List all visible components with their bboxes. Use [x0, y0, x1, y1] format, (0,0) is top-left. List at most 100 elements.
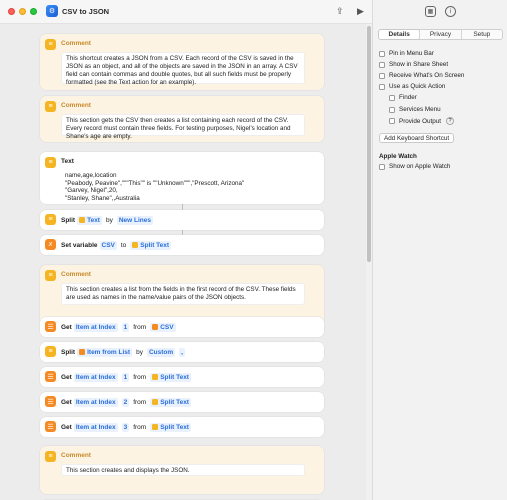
index-token[interactable]: 1 [121, 372, 130, 382]
comment-action[interactable]: ≡ Comment This section creates and displ… [40, 446, 324, 494]
show-in-share-sheet-option[interactable]: Show in Share Sheet [379, 61, 448, 68]
text-line: name,age,location [65, 172, 117, 179]
get-row: Get Item at Index 2 from Split Text [61, 392, 193, 412]
scrollbar-thumb[interactable] [367, 26, 371, 262]
split-text-action[interactable]: ≡ Split Item from List by Custom , [40, 342, 324, 362]
show-on-apple-watch-option[interactable]: Show on Apple Watch [379, 163, 450, 170]
separator-token[interactable]: New Lines [116, 215, 154, 225]
comment-text[interactable]: This section creates a list from the fie… [61, 283, 305, 305]
minimize-button[interactable] [19, 8, 26, 15]
pin-in-menu-bar-option[interactable]: Pin in Menu Bar [379, 50, 434, 57]
comment-label: Comment [61, 102, 91, 109]
source-token[interactable]: Split Text [150, 372, 191, 382]
list-mini-icon [79, 349, 86, 355]
receive-on-screen-option[interactable]: Receive What's On Screen [379, 72, 464, 79]
text-action[interactable]: ≡ Text name,age,location "Peabody, Peavi… [40, 152, 324, 204]
checkbox[interactable] [379, 50, 385, 57]
source-token[interactable]: Split Text [150, 422, 191, 432]
split-row: Split Item from List by Custom , [61, 342, 187, 362]
variable-mini-icon [152, 324, 159, 330]
item-token[interactable]: Item at Index [73, 372, 118, 382]
list-icon: ☰ [45, 371, 56, 382]
checkbox[interactable] [379, 163, 385, 170]
tab-details[interactable]: Details [379, 30, 420, 39]
text-line: "Peabody, Peavine","""This"" is ""Unknow… [65, 179, 245, 187]
sidebar-toolbar: ▦ i [373, 0, 507, 24]
library-icon[interactable]: ▦ [425, 6, 436, 17]
add-keyboard-shortcut-button[interactable]: Add Keyboard Shortcut [379, 133, 455, 143]
split-text-action[interactable]: ≡ Split Text by New Lines [40, 210, 324, 230]
separator-token[interactable]: Custom [146, 347, 176, 357]
source-token[interactable]: Split Text [150, 397, 191, 407]
comment-action[interactable]: ≡ Comment This section gets the CSV then… [40, 96, 324, 142]
share-icon[interactable]: ⇪ [336, 6, 344, 17]
title-bar: ⚙ CSV to JSON ⇪ ▶ [0, 0, 372, 24]
get-item-action[interactable]: ☰ Get Item at Index 1 from Split Text [40, 367, 324, 387]
split-row: Split Text by New Lines [61, 210, 155, 230]
provide-output-option[interactable]: Provide Output? [389, 117, 455, 125]
index-token[interactable]: 1 [121, 322, 130, 332]
zoom-button[interactable] [30, 8, 37, 15]
from-label: from [133, 423, 147, 431]
get-item-action[interactable]: ☰ Get Item at Index 1 from CSV [40, 317, 324, 337]
finder-option[interactable]: Finder [389, 94, 417, 101]
list-icon: ☰ [45, 321, 56, 332]
get-item-action[interactable]: ☰ Get Item at Index 3 from Split Text [40, 417, 324, 437]
get-row: Get Item at Index 3 from Split Text [61, 417, 193, 437]
item-token[interactable]: Item at Index [73, 322, 118, 332]
window-title: CSV to JSON [62, 7, 110, 16]
comment-icon: ≡ [45, 270, 56, 281]
set-variable-action[interactable]: x Set variable CSV to Split Text [40, 235, 324, 255]
tab-privacy[interactable]: Privacy [419, 30, 460, 39]
tab-setup[interactable]: Setup [460, 30, 502, 39]
input-token[interactable]: Text [77, 215, 102, 225]
help-icon[interactable]: ? [446, 117, 455, 125]
checkbox[interactable] [379, 61, 385, 68]
get-label: Get [61, 323, 72, 331]
checkbox[interactable] [389, 118, 395, 124]
comment-label: Comment [61, 452, 91, 459]
by-label: by [105, 216, 113, 224]
comment-text[interactable]: This section creates and displays the JS… [61, 464, 305, 476]
split-mini-icon [152, 399, 159, 405]
get-row: Get Item at Index 1 from Split Text [61, 367, 193, 387]
workflow-editor[interactable]: ≡ Comment This shortcut creates a JSON f… [0, 24, 366, 500]
get-item-action[interactable]: ☰ Get Item at Index 2 from Split Text [40, 392, 324, 412]
checkbox[interactable] [389, 106, 395, 113]
checkbox[interactable] [379, 72, 385, 79]
input-token[interactable]: Item from List [77, 347, 133, 357]
source-token[interactable]: CSV [150, 322, 176, 332]
close-button[interactable] [8, 8, 15, 15]
info-icon[interactable]: i [445, 6, 456, 17]
text-line: "Garvey, Nigel",20, [65, 187, 118, 194]
text-mini-icon [79, 217, 86, 223]
comment-text[interactable]: This section gets the CSV then creates a… [61, 114, 305, 140]
comment-action[interactable]: ≡ Comment This shortcut creates a JSON f… [40, 34, 324, 90]
shortcut-icon[interactable]: ⚙ [46, 5, 58, 17]
checkbox[interactable] [389, 94, 395, 101]
split-icon: ≡ [45, 346, 56, 357]
item-token[interactable]: Item at Index [73, 397, 118, 407]
run-icon[interactable]: ▶ [357, 6, 364, 17]
item-token[interactable]: Item at Index [73, 422, 118, 432]
from-label: from [133, 323, 147, 331]
text-line: "Stanley, Shane",,Australia [65, 194, 140, 202]
split-label: Split [61, 216, 76, 224]
quick-action-option[interactable]: Use as Quick Action [379, 83, 445, 90]
value-token[interactable]: Split Text [130, 240, 172, 250]
text-content[interactable]: name,age,location "Peabody, Peavine","""… [61, 170, 305, 202]
get-row: Get Item at Index 1 from CSV [61, 317, 178, 337]
index-token[interactable]: 2 [121, 397, 130, 407]
index-token[interactable]: 3 [121, 422, 130, 432]
services-menu-option[interactable]: Services Menu [389, 106, 441, 113]
sidebar-tabs: Details Privacy Setup [378, 29, 503, 40]
split-mini-icon [132, 242, 139, 248]
checkbox[interactable] [379, 83, 385, 90]
variable-name-token[interactable]: CSV [99, 240, 117, 250]
comment-icon: ≡ [45, 39, 56, 50]
comment-label: Comment [61, 40, 91, 47]
split-mini-icon [152, 374, 159, 380]
comment-text[interactable]: This shortcut creates a JSON from a CSV.… [61, 52, 305, 86]
custom-separator-token[interactable]: , [179, 347, 185, 357]
apple-watch-heading: Apple Watch [379, 153, 417, 160]
